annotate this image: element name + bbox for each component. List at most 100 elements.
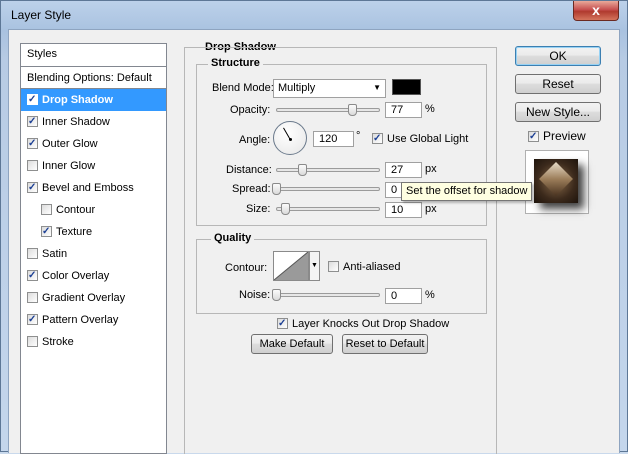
preview-tile-image xyxy=(534,159,578,203)
style-item-inner-shadow[interactable]: Inner Shadow xyxy=(21,111,166,133)
style-item-label: Outer Glow xyxy=(42,138,98,150)
use-global-light-box xyxy=(372,133,383,144)
blend-mode-select[interactable]: Multiply ▼ xyxy=(273,79,386,98)
chevron-down-icon: ▼ xyxy=(373,83,381,92)
contour-preview[interactable] xyxy=(273,251,309,281)
style-item-label: Satin xyxy=(42,248,68,260)
style-item-stroke[interactable]: Stroke xyxy=(21,331,166,353)
style-preview-thumbnail xyxy=(525,150,589,214)
contour-label: Contour: xyxy=(225,262,268,274)
noise-unit: % xyxy=(425,289,435,301)
noise-slider-thumb[interactable] xyxy=(272,289,281,301)
angle-input[interactable]: 120 xyxy=(313,131,354,147)
style-item-inner-glow[interactable]: Inner Glow xyxy=(21,155,166,177)
use-global-light-checkbox[interactable]: Use Global Light xyxy=(372,133,468,145)
style-item-texture[interactable]: Texture xyxy=(21,221,166,243)
distance-input[interactable]: 27 xyxy=(385,162,422,178)
structure-title: Structure xyxy=(208,57,263,69)
noise-slider[interactable] xyxy=(276,293,380,297)
blending-options-item[interactable]: Blending Options: Default xyxy=(21,67,166,89)
new-style-button[interactable]: New Style... xyxy=(515,102,601,122)
reset-to-default-button[interactable]: Reset to Default xyxy=(342,334,428,354)
preview-checkbox[interactable]: Preview xyxy=(528,129,586,143)
styles-header[interactable]: Styles xyxy=(21,44,166,67)
opacity-input[interactable]: 77 xyxy=(385,102,422,118)
style-checkbox[interactable] xyxy=(27,270,38,281)
angle-center xyxy=(289,138,292,141)
style-checkbox[interactable] xyxy=(27,160,38,171)
style-checkbox[interactable] xyxy=(41,204,52,215)
make-default-button[interactable]: Make Default xyxy=(251,334,333,354)
size-input[interactable]: 10 xyxy=(385,202,422,218)
style-item-label: Color Overlay xyxy=(42,270,110,282)
opacity-slider[interactable] xyxy=(276,108,380,112)
spread-label: Spread: xyxy=(232,183,271,195)
distance-slider-thumb[interactable] xyxy=(298,164,307,176)
dialog-client-area: Styles Blending Options: Default Drop Sh… xyxy=(8,29,620,454)
reset-button[interactable]: Reset xyxy=(515,74,601,94)
style-checkbox[interactable] xyxy=(27,94,38,105)
style-checkbox[interactable] xyxy=(27,292,38,303)
style-item-satin[interactable]: Satin xyxy=(21,243,166,265)
anti-aliased-box xyxy=(328,261,339,272)
size-slider-thumb[interactable] xyxy=(281,203,290,215)
blend-mode-label: Blend Mode: xyxy=(212,82,274,94)
quality-group xyxy=(196,239,487,314)
size-slider[interactable] xyxy=(276,207,380,211)
angle-dial[interactable] xyxy=(273,121,307,155)
style-checkbox[interactable] xyxy=(27,116,38,127)
style-item-label: Bevel and Emboss xyxy=(42,182,134,194)
distance-unit: px xyxy=(425,163,437,175)
distance-tooltip: Set the offset for shadow xyxy=(401,182,533,201)
style-item-drop-shadow[interactable]: Drop Shadow xyxy=(21,89,166,111)
anti-aliased-checkbox[interactable]: Anti-aliased xyxy=(328,261,400,273)
blend-mode-value: Multiply xyxy=(278,82,316,94)
style-item-pattern-overlay[interactable]: Pattern Overlay xyxy=(21,309,166,331)
shadow-color-swatch[interactable] xyxy=(392,79,421,95)
style-item-color-overlay[interactable]: Color Overlay xyxy=(21,265,166,287)
noise-input[interactable]: 0 xyxy=(385,288,422,304)
opacity-unit: % xyxy=(425,103,435,115)
distance-label: Distance: xyxy=(226,164,272,176)
anti-aliased-label: Anti-aliased xyxy=(343,261,401,273)
style-item-label: Pattern Overlay xyxy=(42,314,119,326)
distance-slider[interactable] xyxy=(276,168,380,172)
close-button[interactable]: x xyxy=(573,1,619,21)
style-item-outer-glow[interactable]: Outer Glow xyxy=(21,133,166,155)
style-item-label: Inner Shadow xyxy=(42,116,110,128)
size-unit: px xyxy=(425,203,437,215)
style-item-label: Contour xyxy=(56,204,96,216)
knocks-out-checkbox[interactable]: Layer Knocks Out Drop Shadow xyxy=(277,318,449,330)
style-item-label: Texture xyxy=(56,226,93,238)
style-checkbox[interactable] xyxy=(27,138,38,149)
style-checkbox[interactable] xyxy=(27,314,38,325)
use-global-light-label: Use Global Light xyxy=(387,133,469,145)
style-checkbox[interactable] xyxy=(27,182,38,193)
style-item-contour[interactable]: Contour xyxy=(21,199,166,221)
window-title: Layer Style xyxy=(11,8,72,22)
opacity-slider-thumb[interactable] xyxy=(348,104,357,116)
style-item-gradient-overlay[interactable]: Gradient Overlay xyxy=(21,287,166,309)
preview-label: Preview xyxy=(543,129,586,143)
spread-slider[interactable] xyxy=(276,187,380,191)
spread-slider-thumb[interactable] xyxy=(272,183,281,195)
style-item-label: Inner Glow xyxy=(42,160,96,172)
style-checkbox[interactable] xyxy=(27,336,38,347)
style-item-bevel-and-emboss[interactable]: Bevel and Emboss xyxy=(21,177,166,199)
ok-button[interactable]: OK xyxy=(515,46,601,66)
styles-list: Styles Blending Options: Default Drop Sh… xyxy=(20,43,167,454)
contour-dropdown-button[interactable]: ▼ xyxy=(309,251,320,281)
angle-unit: ° xyxy=(356,130,361,142)
style-item-label: Drop Shadow xyxy=(42,94,113,106)
angle-label: Angle: xyxy=(239,134,271,146)
quality-title: Quality xyxy=(211,232,255,244)
title-bar[interactable]: Layer Style x xyxy=(1,1,627,29)
layer-style-dialog: Layer Style x Styles Blending Options: D… xyxy=(0,0,628,454)
style-item-label: Gradient Overlay xyxy=(42,292,126,304)
noise-label: Noise: xyxy=(239,289,271,301)
style-checkbox[interactable] xyxy=(41,226,52,237)
knocks-out-box xyxy=(277,318,288,329)
size-label: Size: xyxy=(246,203,271,215)
opacity-label: Opacity: xyxy=(230,104,271,116)
style-checkbox[interactable] xyxy=(27,248,38,259)
